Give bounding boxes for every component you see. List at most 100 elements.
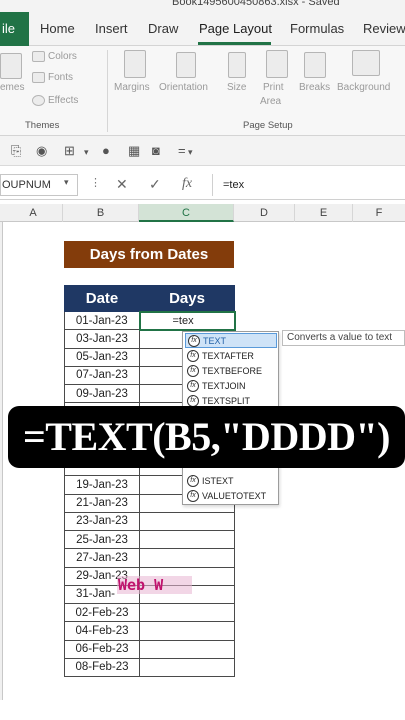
equals-icon[interactable]: =	[178, 143, 186, 158]
table-row: 25-Jan-23	[64, 529, 235, 550]
tab-file[interactable]: ile	[0, 12, 29, 46]
print-area-icon	[266, 50, 288, 78]
more-icon: ⋮	[90, 177, 101, 189]
chevron-down-icon[interactable]: ▾	[188, 147, 193, 158]
tab-page-layout[interactable]: Page Layout	[199, 12, 272, 46]
column-header-a[interactable]: A	[4, 204, 63, 222]
effects-button[interactable]: Effects	[48, 95, 78, 106]
format-painter-icon[interactable]: ⎘	[11, 143, 21, 159]
row-header-strip	[0, 222, 3, 700]
date-cell[interactable]: 02-Feb-23	[64, 602, 140, 623]
table-row: 02-Feb-23	[64, 602, 235, 623]
date-cell[interactable]: 01-Jan-23	[64, 310, 140, 331]
themes-group-label: Themes	[25, 120, 60, 131]
table-row: 04-Feb-23	[64, 621, 235, 641]
tab-home[interactable]: Home	[40, 12, 75, 46]
function-icon: fx	[187, 349, 199, 362]
orientation-button[interactable]: Orientation	[159, 82, 208, 93]
days-cell[interactable]	[139, 548, 235, 568]
days-cell[interactable]	[139, 657, 235, 678]
effects-icon	[32, 95, 45, 106]
autocomplete-item[interactable]: fx TEXTBEFORE	[185, 364, 277, 379]
date-cell[interactable]: 25-Jan-23	[64, 529, 140, 550]
date-cell[interactable]: 09-Jan-23	[64, 383, 140, 404]
print-area-button-line2: Area	[260, 96, 282, 107]
borders-icon[interactable]: ⊞	[64, 143, 75, 159]
insert-function-button[interactable]: fx	[182, 176, 192, 192]
size-button[interactable]: Size	[227, 82, 246, 93]
tab-review[interactable]: Review	[363, 12, 405, 46]
table-row: 08-Feb-23	[64, 657, 235, 678]
date-cell[interactable]: 03-Jan-23	[64, 329, 140, 349]
date-cell[interactable]: 19-Jan-23	[64, 475, 140, 495]
enter-icon[interactable]: ✓	[149, 176, 161, 193]
fonts-button[interactable]: Fonts	[48, 72, 73, 83]
shape-icon[interactable]: ▦	[128, 143, 140, 159]
fill-icon[interactable]: ●	[102, 143, 110, 158]
function-icon: fx	[187, 394, 199, 407]
date-cell[interactable]: 08-Feb-23	[64, 657, 140, 678]
autocomplete-item[interactable]: fx TEXTJOIN	[185, 379, 277, 394]
view-icon[interactable]: ◉	[36, 143, 47, 159]
autocomplete-item[interactable]: fx ISTEXT	[185, 474, 277, 489]
camera-icon[interactable]: ◙	[152, 143, 160, 158]
days-cell[interactable]	[139, 639, 235, 659]
breaks-button[interactable]: Breaks	[299, 82, 330, 93]
autocomplete-item[interactable]: fx TEXTAFTER	[185, 349, 277, 364]
formula-input[interactable]: =tex	[212, 174, 405, 196]
window-title: Book1495600450863.xlsx - Saved	[172, 0, 340, 8]
date-cell[interactable]: 27-Jan-23	[64, 548, 140, 568]
themes-icon[interactable]	[0, 53, 22, 79]
function-icon: fx	[187, 364, 199, 377]
column-header-c[interactable]: C	[139, 204, 234, 222]
active-cell-input[interactable]: =tex	[138, 310, 236, 331]
active-tab-indicator	[198, 42, 271, 45]
date-cell[interactable]: 07-Jan-23	[64, 365, 140, 386]
date-header: Date	[64, 285, 140, 312]
fonts-icon	[32, 72, 45, 83]
tab-draw[interactable]: Draw	[148, 12, 178, 46]
column-header-e[interactable]: E	[295, 204, 353, 222]
date-cell[interactable]: 21-Jan-23	[64, 493, 140, 513]
column-header-d[interactable]: D	[234, 204, 295, 222]
background-button[interactable]: Background	[337, 82, 390, 93]
chevron-down-icon[interactable]: ▾	[84, 147, 89, 158]
function-tooltip: Converts a value to text	[282, 330, 405, 346]
autocomplete-item[interactable]: fx VALUETOTEXT	[185, 489, 277, 504]
margins-button[interactable]: Margins	[114, 82, 150, 93]
tab-insert[interactable]: Insert	[95, 12, 128, 46]
days-cell[interactable]	[139, 529, 235, 550]
quick-access-toolbar	[0, 136, 405, 166]
days-cell[interactable]	[139, 621, 235, 641]
column-header-f[interactable]: F	[353, 204, 405, 222]
days-header: Days	[139, 285, 235, 312]
colors-button[interactable]: Colors	[48, 51, 77, 62]
date-cell[interactable]: 06-Feb-23	[64, 639, 140, 659]
autocomplete-item[interactable]: fx TEXT	[185, 333, 277, 348]
chevron-down-icon[interactable]: ▾	[64, 177, 69, 188]
function-icon: fx	[187, 474, 199, 487]
print-area-button-line1[interactable]: Print	[263, 82, 284, 93]
sheet-heading: Days from Dates	[64, 241, 234, 268]
group-separator	[107, 50, 108, 132]
table-row: 23-Jan-23	[64, 511, 235, 532]
table-row: 27-Jan-23	[64, 548, 235, 568]
date-cell[interactable]: 04-Feb-23	[64, 621, 140, 641]
date-cell[interactable]: 05-Jan-23	[64, 347, 140, 367]
function-icon: fx	[187, 379, 199, 392]
days-cell[interactable]	[139, 511, 235, 532]
cancel-icon[interactable]: ✕	[116, 176, 128, 193]
function-icon: fx	[187, 489, 199, 502]
orientation-icon	[176, 52, 196, 78]
tab-formulas[interactable]: Formulas	[290, 12, 344, 46]
formula-overlay-caption: =TEXT(B5,"DDDD")	[8, 406, 405, 468]
column-header-b[interactable]: B	[63, 204, 139, 222]
watermark-text: Web W	[117, 576, 192, 594]
size-icon	[228, 52, 246, 78]
days-cell[interactable]	[139, 602, 235, 623]
colors-icon	[32, 51, 45, 62]
table-row: 01-Jan-23 =tex	[64, 310, 236, 331]
themes-button-label: emes	[0, 82, 25, 93]
date-cell[interactable]: 23-Jan-23	[64, 511, 140, 532]
breaks-icon	[304, 52, 326, 78]
